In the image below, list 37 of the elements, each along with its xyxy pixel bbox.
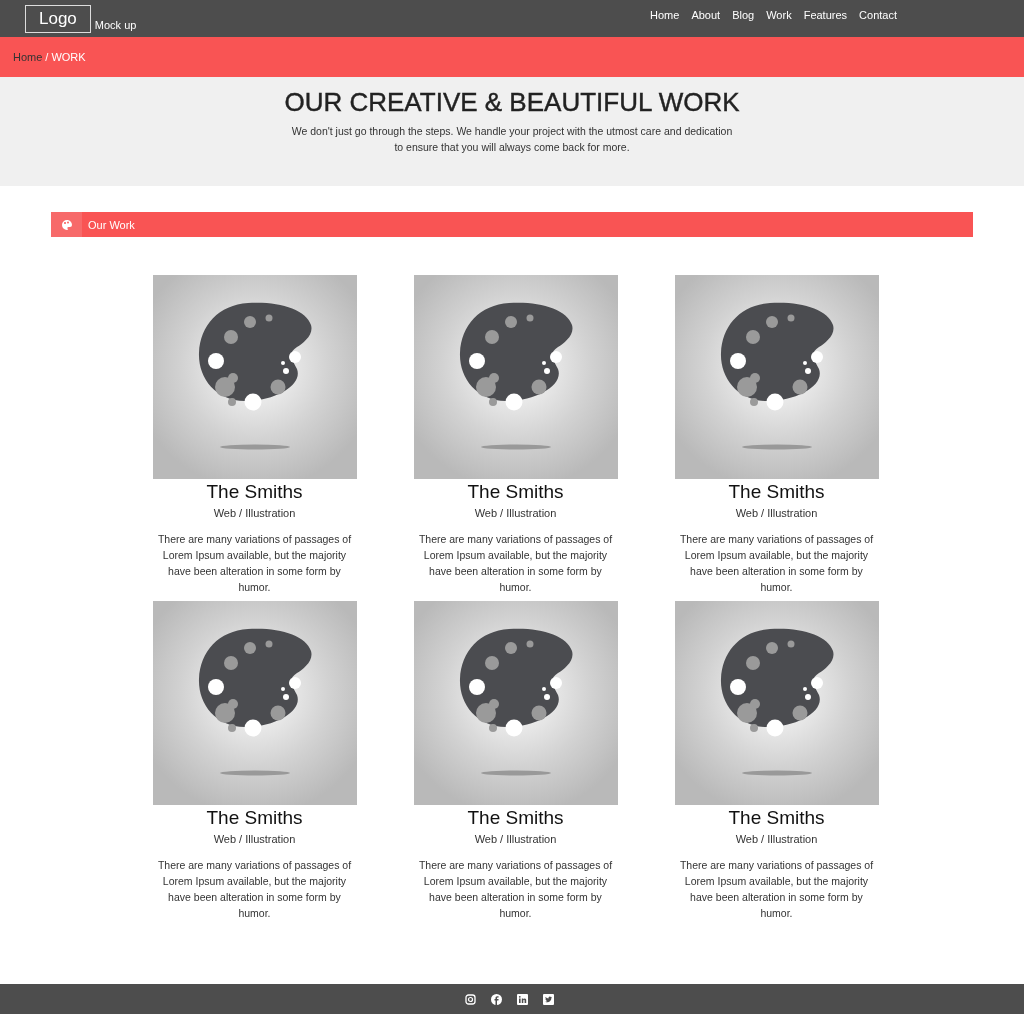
project-category: Web / Illustration bbox=[473, 833, 558, 845]
nav-link[interactable]: Contact bbox=[859, 8, 897, 21]
project-category: Web / Illustration bbox=[212, 833, 297, 845]
project-category: Web / Illustration bbox=[473, 507, 558, 519]
project-description: There are many variations of passages of Lorem Ipsum available, but the majority have been alteration in some form by humor. bbox=[417, 858, 614, 921]
project-category: Web / Illustration bbox=[734, 833, 819, 845]
hero-title: OUR CREATIVE & BEAUTIFUL WORK bbox=[283, 87, 741, 118]
project-description: There are many variations of passages of Lorem Ipsum available, but the majority have been alteration in some form by humor. bbox=[156, 532, 353, 595]
project-title: The Smiths bbox=[727, 481, 826, 503]
breadcrumb-item: WORK bbox=[51, 51, 86, 63]
tagline: Mock up bbox=[94, 18, 137, 31]
camera-icon[interactable] bbox=[464, 993, 476, 1005]
circle-f-icon[interactable] bbox=[490, 993, 502, 1005]
project-title: The Smiths bbox=[205, 481, 304, 503]
project-category: Web / Illustration bbox=[212, 507, 297, 519]
hero-text: to ensure that you will always come back for more. bbox=[393, 140, 631, 155]
project-description: There are many variations of passages of Lorem Ipsum available, but the majority have been alteration in some form by humor. bbox=[156, 858, 353, 921]
nav-link[interactable]: Work bbox=[766, 8, 792, 21]
project-description: There are many variations of passages of Lorem Ipsum available, but the majority have been alteration in some form by humor. bbox=[678, 858, 875, 921]
square-bird-icon[interactable] bbox=[542, 993, 554, 1005]
project-title: The Smiths bbox=[466, 807, 565, 829]
project-title: The Smiths bbox=[205, 807, 304, 829]
nav-link[interactable]: Features bbox=[803, 8, 848, 21]
logo[interactable]: Logo bbox=[25, 4, 91, 33]
breadcrumb-separator: / bbox=[45, 51, 49, 63]
project-title: The Smiths bbox=[466, 481, 565, 503]
section-title: Our Work bbox=[88, 218, 135, 231]
nav-link[interactable]: Home bbox=[650, 8, 680, 21]
project-description: There are many variations of passages of Lorem Ipsum available, but the majority have been alteration in some form by humor. bbox=[678, 532, 875, 595]
nav-link[interactable]: Blog bbox=[732, 8, 755, 21]
nav-link[interactable]: About bbox=[691, 8, 721, 21]
project-title: The Smiths bbox=[727, 807, 826, 829]
square-in-icon[interactable] bbox=[516, 993, 528, 1005]
breadcrumb-item[interactable]: Home bbox=[13, 51, 43, 63]
hero-text: We don't just go through the steps. We handle your project with the utmost care and dedication bbox=[290, 124, 734, 139]
project-category: Web / Illustration bbox=[734, 507, 819, 519]
project-description: There are many variations of passages of Lorem Ipsum available, but the majority have been alteration in some form by humor. bbox=[417, 532, 614, 595]
